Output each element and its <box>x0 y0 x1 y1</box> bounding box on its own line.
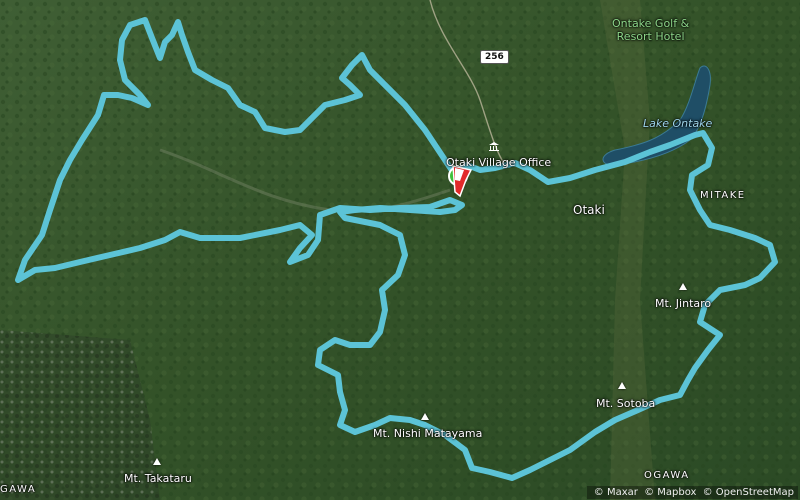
label-mt-takataru: Mt. Takataru <box>124 472 192 485</box>
satellite-map[interactable] <box>0 0 800 500</box>
attribution-maxar[interactable]: © Maxar <box>594 487 638 498</box>
government-building-icon <box>489 142 499 151</box>
route-256-shield: 256 <box>480 50 509 64</box>
peak-icon <box>618 382 626 389</box>
golf-resort-line-2: Resort Hotel <box>616 30 685 43</box>
label-ogawa: OGAWA <box>644 470 690 481</box>
peak-icon <box>421 413 429 420</box>
label-mt-jintaro: Mt. Jintaro <box>655 297 712 310</box>
golf-resort-line-1: Ontake Golf & <box>612 17 690 30</box>
peak-icon <box>153 458 161 465</box>
label-village-office: Otaki Village Office <box>446 156 552 169</box>
label-mt-nishi-matayama: Mt. Nishi Matayama <box>373 427 483 440</box>
label-gawa: GAWA <box>0 484 37 495</box>
peak-icon <box>679 283 687 290</box>
label-otaki: Otaki <box>573 203 605 217</box>
label-lake-ontake: Lake Ontake <box>643 117 713 130</box>
map-attribution: © Maxar © Mapbox © OpenStreetMap <box>586 486 798 499</box>
label-mitake: MITAKE <box>700 190 746 201</box>
label-mt-sotoba: Mt. Sotoba <box>596 397 656 410</box>
label-golf-resort: Ontake Golf & Resort Hotel <box>612 17 689 43</box>
attribution-mapbox[interactable]: © Mapbox <box>644 487 696 498</box>
attribution-osm[interactable]: © OpenStreetMap <box>703 487 794 498</box>
